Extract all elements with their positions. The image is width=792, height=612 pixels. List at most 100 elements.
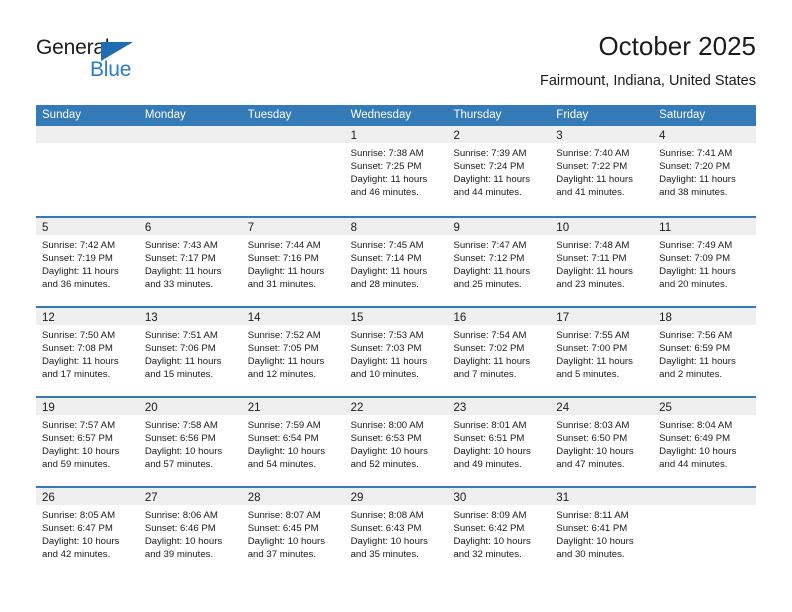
day-number: 27 (144, 492, 158, 504)
daylight-duration-line1: Daylight: 11 hours (42, 356, 119, 367)
calendar-day-cell[interactable]: 4 Sunrise: 7:41 AM Sunset: 7:20 PM Daylight… (653, 126, 757, 216)
day-number-band: 12 (36, 308, 139, 325)
general-blue-logo[interactable]: General Blue (36, 36, 156, 86)
day-details: Sunrise: 8:07 AM Sunset: 6:45 PM Daylight:… (242, 505, 345, 561)
day-number-band: 22 (344, 398, 448, 415)
calendar-day-cell[interactable]: 27 Sunrise: 8:06 AM Sunset: 6:46 PM Dayligh… (138, 488, 242, 576)
day-number: 3 (556, 130, 563, 142)
sunrise-time: Sunrise: 8:09 AM (453, 510, 527, 521)
calendar-day-cell[interactable]: 22 Sunrise: 8:00 AM Sunset: 6:53 PM Dayligh… (344, 398, 448, 486)
calendar-weeks: 1 Sunrise: 7:38 AM Sunset: 7:25 PM Daylight… (36, 126, 757, 576)
calendar-day-cell[interactable]: 28 Sunrise: 8:07 AM Sunset: 6:45 PM Dayligh… (241, 488, 345, 576)
calendar-day-cell[interactable]: 21 Sunrise: 7:59 AM Sunset: 6:54 PM Dayligh… (241, 398, 345, 486)
calendar-day-cell[interactable]: 2 Sunrise: 7:39 AM Sunset: 7:24 PM Daylight… (447, 126, 551, 216)
calendar-day-cell[interactable]: 12 Sunrise: 7:50 AM Sunset: 7:08 PM Dayligh… (36, 308, 139, 396)
daylight-duration-line2: and 31 minutes. (247, 279, 316, 290)
day-number-band: 28 (241, 488, 345, 505)
day-details: Sunrise: 8:09 AM Sunset: 6:42 PM Daylight:… (447, 505, 550, 561)
daylight-duration-line1: Daylight: 11 hours (659, 356, 736, 367)
weekday-header-sunday: Sunday (42, 109, 82, 121)
day-number-band: 15 (344, 308, 448, 325)
page-title: October 2025 (598, 31, 756, 61)
day-number: 29 (350, 492, 364, 504)
calendar-page: General Blue October 2025 Fairmount, Ind… (0, 0, 792, 612)
calendar-day-cell[interactable]: 10 Sunrise: 7:48 AM Sunset: 7:11 PM Dayligh… (550, 218, 654, 306)
sunrise-time: Sunrise: 7:38 AM (350, 148, 424, 159)
daylight-duration-line1: Daylight: 11 hours (247, 266, 325, 277)
calendar-day-cell[interactable]: 13 Sunrise: 7:51 AM Sunset: 7:06 PM Dayligh… (138, 308, 242, 396)
sunrise-time: Sunrise: 7:39 AM (453, 148, 527, 159)
calendar-day-cell[interactable]: 31 Sunrise: 8:11 AM Sunset: 6:41 PM Dayligh… (550, 488, 654, 576)
calendar-day-cell[interactable]: 24 Sunrise: 8:03 AM Sunset: 6:50 PM Dayligh… (550, 398, 654, 486)
daylight-duration-line1: Daylight: 10 hours (659, 446, 737, 457)
sunset-time: Sunset: 6:45 PM (247, 523, 319, 534)
daylight-duration-line1: Daylight: 11 hours (144, 356, 222, 367)
calendar-day-cell[interactable]: 15 Sunrise: 7:53 AM Sunset: 7:03 PM Dayligh… (344, 308, 448, 396)
sunrise-time: Sunrise: 7:48 AM (556, 240, 630, 251)
weekday-header-friday: Friday (556, 109, 589, 121)
day-number-band: 18 (653, 308, 757, 325)
calendar-day-cell[interactable]: 14 Sunrise: 7:52 AM Sunset: 7:05 PM Dayligh… (241, 308, 345, 396)
calendar-day-cell[interactable]: 19 Sunrise: 7:57 AM Sunset: 6:57 PM Dayligh… (36, 398, 139, 486)
daylight-duration-line1: Daylight: 10 hours (247, 536, 326, 547)
day-number: 13 (144, 312, 158, 324)
day-details: Sunrise: 7:58 AM Sunset: 6:56 PM Daylight:… (139, 415, 242, 471)
daylight-duration-line2: and 44 minutes. (453, 187, 522, 198)
day-number-band: 7 (241, 218, 345, 235)
sunrise-time: Sunrise: 7:58 AM (144, 420, 218, 431)
daylight-duration-line1: Daylight: 10 hours (453, 446, 531, 457)
day-details: Sunrise: 8:06 AM Sunset: 6:46 PM Daylight:… (139, 505, 242, 561)
weekday-header-wednesday: Wednesday (350, 109, 412, 121)
daylight-duration-line1: Daylight: 10 hours (247, 446, 326, 457)
page-header: General Blue October 2025 Fairmount, Ind… (0, 0, 792, 103)
sunset-time: Sunset: 6:57 PM (42, 433, 113, 444)
daylight-duration-line1: Daylight: 11 hours (453, 356, 531, 367)
day-number: 9 (453, 222, 460, 234)
day-number-band (653, 488, 757, 505)
day-number: 22 (350, 402, 364, 414)
calendar-day-cell[interactable]: 30 Sunrise: 8:09 AM Sunset: 6:42 PM Dayligh… (447, 488, 551, 576)
day-number-band: 26 (36, 488, 139, 505)
daylight-duration-line1: Daylight: 11 hours (453, 174, 531, 185)
daylight-duration-line1: Daylight: 11 hours (350, 174, 428, 185)
calendar-day-cell[interactable]: 23 Sunrise: 8:01 AM Sunset: 6:51 PM Dayligh… (447, 398, 551, 486)
daylight-duration-line1: Daylight: 11 hours (556, 266, 633, 277)
calendar-day-cell[interactable]: 9 Sunrise: 7:47 AM Sunset: 7:12 PM Daylight… (447, 218, 551, 306)
sunset-time: Sunset: 7:12 PM (453, 253, 525, 264)
calendar-day-cell[interactable]: 6 Sunrise: 7:43 AM Sunset: 7:17 PM Daylight… (138, 218, 242, 306)
calendar-day-cell[interactable]: 8 Sunrise: 7:45 AM Sunset: 7:14 PM Daylight… (344, 218, 448, 306)
calendar-day-cell[interactable]: 7 Sunrise: 7:44 AM Sunset: 7:16 PM Daylight… (241, 218, 345, 306)
page-subtitle-location: Fairmount, Indiana, United States (539, 73, 756, 89)
day-number-band: 24 (550, 398, 654, 415)
day-number: 14 (247, 312, 261, 324)
calendar-day-cell[interactable]: 11 Sunrise: 7:49 AM Sunset: 7:09 PM Dayligh… (653, 218, 757, 306)
sunrise-time: Sunrise: 8:11 AM (556, 510, 629, 521)
daylight-duration-line2: and 52 minutes. (350, 459, 419, 470)
daylight-duration-line2: and 10 minutes. (350, 369, 419, 380)
day-details: Sunrise: 7:56 AM Sunset: 6:59 PM Daylight:… (653, 325, 756, 381)
logo-text-blue: Blue (90, 58, 132, 81)
calendar-day-cell-empty (36, 126, 139, 216)
calendar-day-cell[interactable]: 18 Sunrise: 7:56 AM Sunset: 6:59 PM Dayligh… (653, 308, 757, 396)
sunrise-time: Sunrise: 8:00 AM (350, 420, 424, 431)
calendar-day-cell[interactable]: 20 Sunrise: 7:58 AM Sunset: 6:56 PM Dayligh… (138, 398, 242, 486)
daylight-duration-line2: and 46 minutes. (350, 187, 419, 198)
calendar-day-cell[interactable]: 26 Sunrise: 8:05 AM Sunset: 6:47 PM Dayligh… (36, 488, 139, 576)
calendar-day-cell[interactable]: 25 Sunrise: 8:04 AM Sunset: 6:49 PM Dayligh… (653, 398, 757, 486)
day-details: Sunrise: 7:41 AM Sunset: 7:20 PM Daylight:… (653, 143, 756, 199)
calendar-day-cell[interactable]: 17 Sunrise: 7:55 AM Sunset: 7:00 PM Dayligh… (550, 308, 654, 396)
sunset-time: Sunset: 7:16 PM (247, 253, 319, 264)
day-number: 5 (42, 222, 49, 234)
calendar-day-cell[interactable]: 5 Sunrise: 7:42 AM Sunset: 7:19 PM Daylight… (36, 218, 139, 306)
sunrise-time: Sunrise: 7:47 AM (453, 240, 527, 251)
sunset-time: Sunset: 7:20 PM (659, 161, 731, 172)
daylight-duration-line1: Daylight: 11 hours (659, 174, 736, 185)
calendar-day-cell[interactable]: 29 Sunrise: 8:08 AM Sunset: 6:43 PM Dayligh… (344, 488, 448, 576)
day-number-band: 13 (138, 308, 242, 325)
daylight-duration-line1: Daylight: 11 hours (556, 174, 633, 185)
calendar-day-cell[interactable]: 16 Sunrise: 7:54 AM Sunset: 7:02 PM Dayligh… (447, 308, 551, 396)
calendar-day-cell[interactable]: 3 Sunrise: 7:40 AM Sunset: 7:22 PM Daylight… (550, 126, 654, 216)
calendar-day-cell[interactable]: 1 Sunrise: 7:38 AM Sunset: 7:25 PM Daylight… (344, 126, 448, 216)
sunset-time: Sunset: 6:46 PM (144, 523, 216, 534)
logo-text-general: General (36, 36, 110, 59)
